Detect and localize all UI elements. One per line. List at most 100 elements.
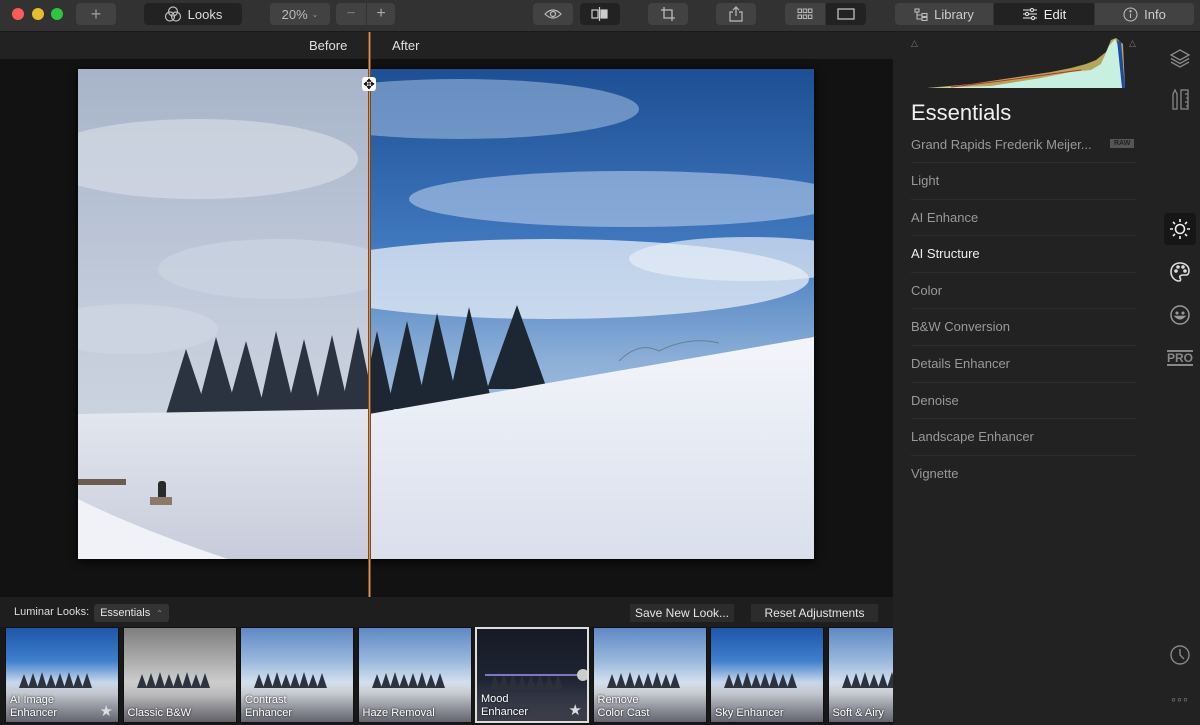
favorite-star-icon[interactable]: ★: [569, 701, 582, 719]
smiley-icon: [1170, 305, 1190, 325]
minimize-button[interactable]: [32, 8, 44, 20]
zoom-in-button[interactable]: +: [367, 3, 395, 25]
look-label-line2: Haze Removal: [362, 707, 435, 719]
reset-adjustments-label: Reset Adjustments: [764, 606, 865, 620]
look-label-line2: Sky Enhancer: [715, 707, 784, 719]
panel-title: Essentials: [911, 100, 1012, 125]
looks-category-value: Essentials: [100, 607, 151, 619]
crop-icon: [661, 7, 675, 21]
filter-item-b-w-conversion[interactable]: B&W Conversion: [911, 308, 1136, 345]
single-view-icon: [837, 8, 855, 20]
tool-rail: PRO ◦◦◦: [1160, 32, 1200, 725]
look-amount-slider[interactable]: [485, 669, 587, 681]
look-thumbnail[interactable]: Sky Enhancer: [710, 627, 824, 723]
plus-icon: +: [90, 3, 102, 24]
sliders-icon: [1022, 7, 1037, 21]
looks-category-select[interactable]: Essentials ⌃: [94, 604, 169, 622]
filter-item-light[interactable]: Light: [911, 162, 1136, 199]
tools-icon: [1172, 88, 1189, 110]
svg-text:△: △: [911, 38, 918, 48]
filter-item-denoise[interactable]: Denoise: [911, 381, 1136, 419]
before-after-bar: Before After: [0, 32, 893, 59]
layers-button[interactable]: [1164, 42, 1196, 74]
tab-library[interactable]: Library: [895, 3, 993, 25]
looks-strip: AI Image Enhancer ★ Classic B&W Contrast Enha…: [0, 627, 894, 725]
single-view-button[interactable]: [826, 3, 866, 25]
more-icon: ◦◦◦: [1171, 691, 1189, 707]
zoom-select[interactable]: 20% ⌄: [270, 3, 330, 25]
photo[interactable]: [78, 69, 814, 559]
filter-item-vignette[interactable]: Vignette: [911, 454, 1136, 492]
history-button[interactable]: [1164, 639, 1196, 671]
look-thumbnail[interactable]: Mood Enhancer ★: [475, 627, 589, 723]
tab-library-label: Library: [934, 6, 974, 22]
compare-button[interactable]: [580, 3, 620, 25]
look-label: Mood Enhancer: [481, 693, 528, 719]
look-label-line1: Mood: [481, 693, 509, 705]
split-view-icon: [591, 7, 608, 21]
move-handle-icon[interactable]: ✥: [362, 77, 376, 91]
zoom-out-button[interactable]: −: [336, 3, 366, 25]
more-button[interactable]: ◦◦◦: [1164, 683, 1196, 715]
close-button[interactable]: [12, 8, 24, 20]
look-thumbnail[interactable]: Remove Color Cast: [592, 627, 707, 723]
looks-label: Looks: [187, 6, 223, 22]
preview-button[interactable]: [533, 3, 573, 25]
maximize-button[interactable]: [51, 8, 63, 20]
eye-icon: [544, 9, 562, 19]
compare-divider[interactable]: [368, 32, 371, 598]
crop-button[interactable]: [648, 3, 688, 25]
look-label: Classic B&W: [128, 707, 192, 720]
tools-button[interactable]: [1164, 84, 1196, 116]
pro-button[interactable]: PRO: [1164, 342, 1196, 374]
save-new-look-button[interactable]: Save New Look...: [630, 604, 734, 622]
grid-view-button[interactable]: [785, 3, 825, 25]
portrait-button[interactable]: [1164, 299, 1196, 331]
tab-info-label: Info: [1144, 6, 1166, 22]
before-image: [78, 69, 369, 559]
sidebar: △ △ Essentials Grand Rapids Frederik Mei…: [893, 32, 1200, 725]
sun-icon: [1170, 219, 1190, 239]
look-thumbnail[interactable]: AI Image Enhancer ★: [5, 627, 119, 723]
slider-knob[interactable]: [577, 669, 587, 681]
look-label-line1: Contrast: [245, 694, 287, 706]
essentials-button[interactable]: [1164, 213, 1196, 245]
before-label: Before: [309, 38, 348, 53]
layers-icon: [1169, 49, 1191, 68]
file-name: Grand Rapids Frederik Meijer...: [911, 137, 1092, 152]
look-label-line1: AI Image: [10, 694, 55, 706]
look-label: Soft & Airy: [833, 707, 884, 720]
history-icon: [1170, 645, 1190, 665]
filter-item-ai-enhance[interactable]: AI Enhance: [911, 198, 1136, 236]
palette-icon: [1170, 262, 1190, 282]
tab-info[interactable]: Info: [1095, 3, 1194, 25]
look-thumbnail[interactable]: Haze Removal: [357, 627, 472, 723]
tab-edit[interactable]: Edit: [994, 3, 1094, 25]
filter-item-color[interactable]: Color: [911, 271, 1136, 309]
creative-button[interactable]: [1164, 256, 1196, 288]
filter-item-details-enhancer[interactable]: Details Enhancer: [911, 344, 1136, 382]
look-thumbnail[interactable]: Soft & Airy: [827, 627, 894, 723]
look-thumbnail[interactable]: Contrast Enhancer: [240, 627, 354, 723]
look-label: Remove Color Cast: [598, 694, 650, 720]
looks-icon: [164, 6, 181, 22]
looks-button[interactable]: Looks: [144, 3, 242, 25]
look-label-line2: Color Cast: [597, 707, 650, 719]
raw-badge: RAW: [1110, 139, 1135, 148]
look-thumbnail[interactable]: Classic B&W: [122, 627, 237, 723]
add-photos-button[interactable]: +: [76, 3, 116, 25]
minus-icon: −: [346, 5, 356, 22]
favorite-star-icon[interactable]: ★: [100, 702, 113, 720]
share-button[interactable]: [716, 3, 756, 25]
look-label: Contrast Enhancer: [245, 694, 292, 720]
info-icon: [1123, 6, 1138, 22]
chevron-up-icon: ⌃: [156, 608, 163, 618]
filter-item-ai-structure[interactable]: AI Structure: [911, 235, 1136, 272]
plus-icon: +: [376, 5, 386, 22]
reset-adjustments-button[interactable]: Reset Adjustments: [751, 604, 878, 622]
filter-item-landscape-enhancer[interactable]: Landscape Enhancer: [911, 418, 1136, 455]
look-label-line2: Enhancer: [245, 707, 293, 719]
library-icon: [914, 7, 928, 21]
histogram: △ △: [911, 38, 1136, 88]
image-canvas: [0, 59, 893, 597]
